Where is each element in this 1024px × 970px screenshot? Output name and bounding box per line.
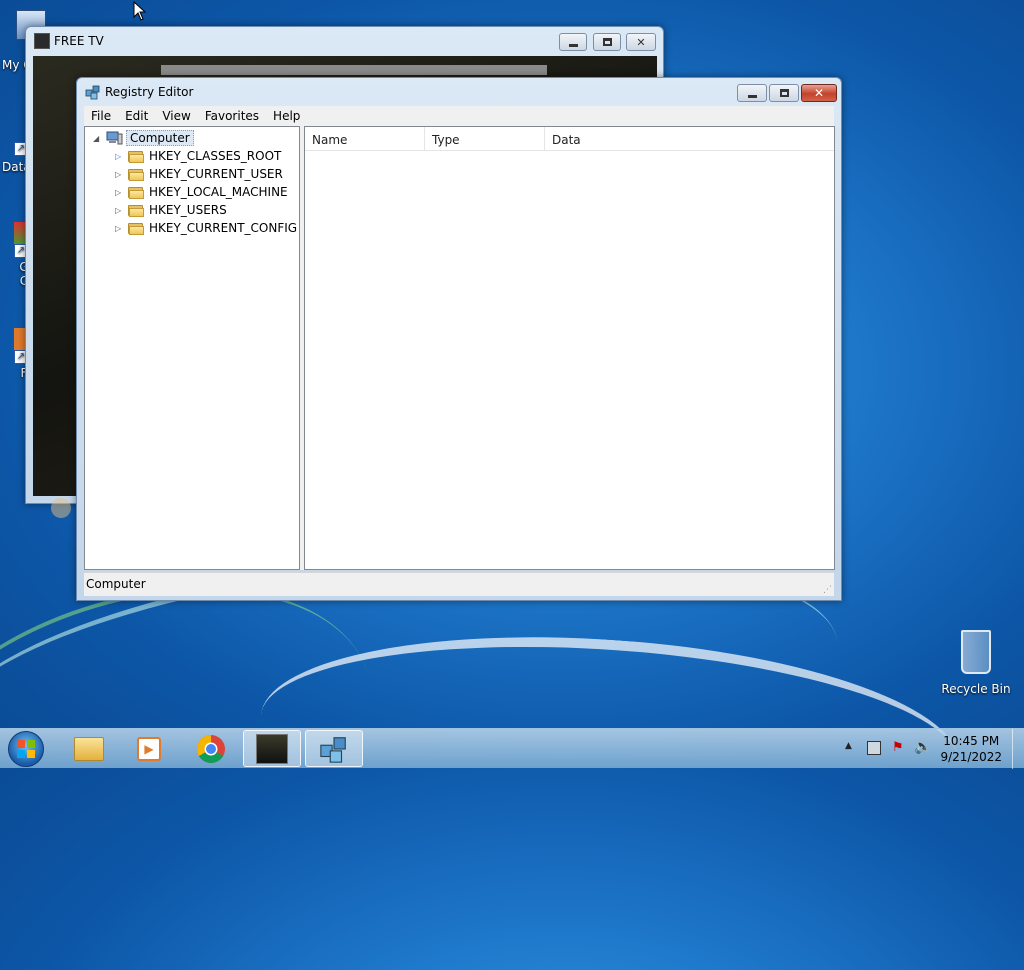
expand-arrow-icon[interactable]: ▷ — [115, 206, 124, 215]
folder-icon — [128, 186, 144, 199]
tree-item-label: HKEY_LOCAL_MACHINE — [149, 185, 288, 199]
network-icon[interactable] — [867, 741, 881, 755]
window-title: Registry Editor — [105, 85, 194, 99]
maximize-icon — [779, 89, 789, 97]
tree-item-label: HKEY_CURRENT_CONFIG — [149, 221, 298, 235]
registry-editor-icon — [85, 85, 100, 100]
maximize-icon — [602, 38, 612, 46]
clock-time: 10:45 PM — [943, 734, 1000, 748]
column-header-row: Name Type Data — [305, 127, 834, 151]
tree-item-hkey-classes-root[interactable]: ▷ HKEY_CLASSES_ROOT — [115, 147, 281, 165]
tree-item-computer[interactable]: ◢ Computer — [93, 129, 194, 147]
windows-logo-icon — [17, 740, 35, 758]
menu-view[interactable]: View — [155, 109, 197, 123]
mouse-cursor — [133, 1, 147, 21]
close-icon: ✕ — [636, 35, 646, 49]
menu-file[interactable]: File — [84, 109, 118, 123]
taskbar-free-tv[interactable] — [243, 730, 301, 767]
menu-edit[interactable]: Edit — [118, 109, 155, 123]
clock-date: 9/21/2022 — [940, 750, 1002, 764]
desktop-icon-label: Recycle Bin — [941, 682, 1011, 696]
folder-icon — [128, 150, 144, 163]
menu-help[interactable]: Help — [266, 109, 307, 123]
expand-arrow-icon[interactable]: ▷ — [115, 224, 124, 233]
resize-grip-icon[interactable]: ⋰ — [823, 585, 832, 595]
tree-item-hkey-current-config[interactable]: ▷ HKEY_CURRENT_CONFIG — [115, 219, 297, 237]
registry-titlebar[interactable]: Registry Editor ✕ — [77, 78, 841, 106]
tree-item-label: HKEY_USERS — [149, 203, 227, 217]
taskbar-registry-editor[interactable] — [305, 730, 363, 767]
taskbar: ▶ ▲ ⚑ 🔈 10:45 PM 9/21/2022 — [0, 728, 1024, 769]
media-player-icon: ▶ — [137, 736, 161, 761]
taskbar-media-player[interactable]: ▶ — [120, 730, 178, 767]
tree-item-label: Computer — [126, 130, 194, 146]
taskbar-chrome[interactable] — [182, 730, 240, 767]
chrome-icon — [197, 734, 225, 763]
maximize-button[interactable] — [593, 33, 621, 51]
minimize-icon — [568, 43, 578, 47]
system-clock[interactable]: 10:45 PM 9/21/2022 — [940, 733, 1002, 765]
minimize-button[interactable] — [559, 33, 587, 51]
minimize-button[interactable] — [737, 84, 767, 102]
status-bar: Computer ⋰ — [84, 572, 834, 596]
key-tree-pane[interactable]: ◢ Computer ▷ HKEY_CLASSES_ROOT ▷ HKEY_CU… — [84, 126, 300, 570]
close-button[interactable]: ✕ — [626, 33, 656, 51]
start-button[interactable] — [8, 731, 44, 767]
show-desktop-button[interactable] — [1012, 729, 1024, 769]
column-header-name[interactable]: Name — [305, 127, 425, 150]
close-icon: ✕ — [813, 86, 825, 100]
column-header-type[interactable]: Type — [425, 127, 545, 150]
computer-icon — [106, 131, 123, 145]
video-progress-bar[interactable] — [161, 65, 547, 75]
status-path: Computer — [86, 577, 146, 591]
folder-icon — [128, 222, 144, 235]
taskbar-explorer[interactable] — [60, 730, 118, 767]
expand-arrow-icon[interactable]: ▷ — [115, 188, 124, 197]
column-header-data[interactable]: Data — [545, 127, 834, 150]
show-hidden-icons-button[interactable]: ▲ — [845, 741, 852, 751]
window-title: FREE TV — [54, 34, 104, 48]
close-button[interactable]: ✕ — [801, 84, 837, 102]
tree-item-hkey-current-user[interactable]: ▷ HKEY_CURRENT_USER — [115, 165, 283, 183]
video-highlight — [51, 498, 71, 518]
expand-arrow-icon[interactable]: ▷ — [115, 170, 124, 179]
tree-item-label: HKEY_CURRENT_USER — [149, 167, 283, 181]
minimize-icon — [747, 94, 757, 98]
tv-app-icon — [256, 733, 288, 764]
tv-app-icon — [34, 33, 50, 49]
recycle-bin-icon — [961, 630, 991, 674]
free-tv-titlebar[interactable]: FREE TV ✕ — [26, 27, 663, 55]
folder-icon — [74, 736, 104, 761]
collapse-arrow-icon[interactable]: ◢ — [93, 134, 102, 143]
expand-arrow-icon[interactable]: ▷ — [115, 152, 124, 161]
registry-editor-icon — [320, 736, 346, 763]
menu-favorites[interactable]: Favorites — [198, 109, 266, 123]
folder-icon — [128, 204, 144, 217]
folder-icon — [128, 168, 144, 181]
values-list-pane[interactable]: Name Type Data — [304, 126, 835, 570]
tree-item-hkey-users[interactable]: ▷ HKEY_USERS — [115, 201, 227, 219]
tree-item-hkey-local-machine[interactable]: ▷ HKEY_LOCAL_MACHINE — [115, 183, 288, 201]
menu-bar: File Edit View Favorites Help — [84, 106, 834, 126]
desktop-icon-recycle-bin[interactable]: Recycle Bin — [940, 630, 1012, 696]
action-center-flag-icon[interactable]: ⚑ — [892, 740, 904, 755]
maximize-button[interactable] — [769, 84, 799, 102]
tree-item-label: HKEY_CLASSES_ROOT — [149, 149, 282, 163]
registry-editor-window[interactable]: Registry Editor ✕ File Edit View Favorit… — [76, 77, 842, 601]
volume-icon[interactable]: 🔈 — [914, 739, 931, 755]
